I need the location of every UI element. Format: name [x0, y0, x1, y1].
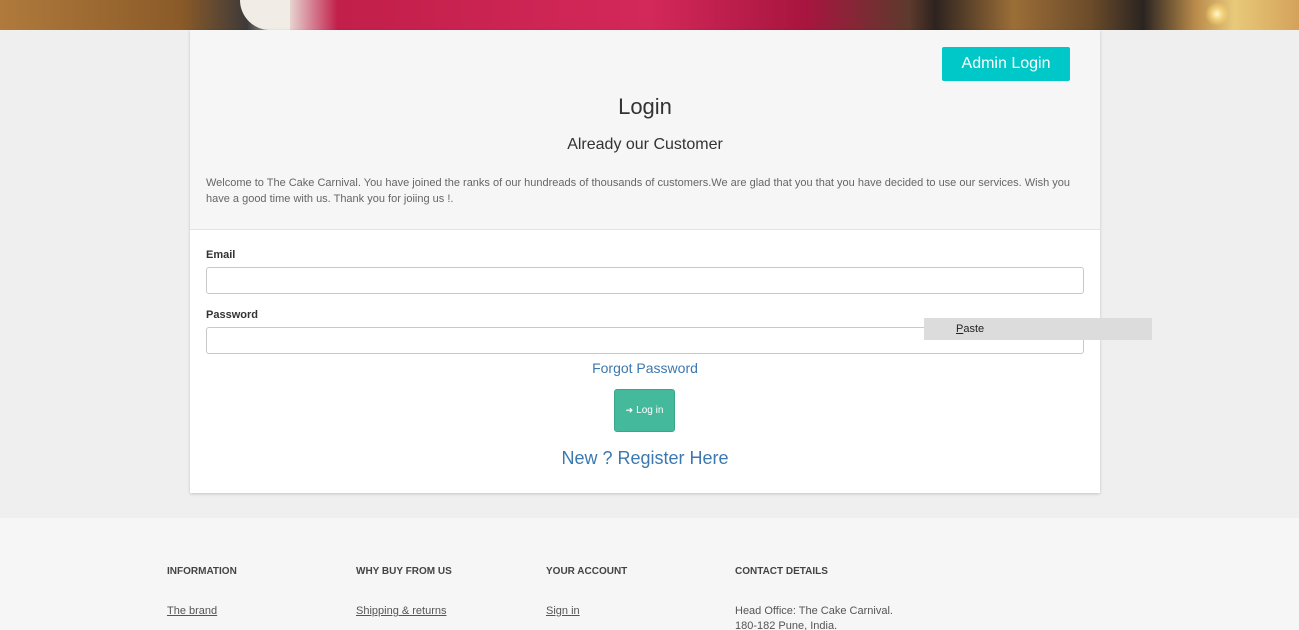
login-title: Login [618, 94, 672, 119]
welcome-text: Welcome to The Cake Carnival. You have j… [206, 177, 1070, 205]
footer-link-the-brand[interactable]: The brand [167, 604, 217, 619]
footer-column-account: Your account Sign in [546, 566, 628, 617]
footer-link-sign-in[interactable]: Sign in [546, 604, 580, 619]
footer-column-why-buy: Why buy from us Shipping & returns [356, 566, 452, 617]
email-field[interactable] [206, 267, 1084, 294]
paste-label: aste [963, 323, 985, 335]
footer: Information The brand Why buy from us Sh… [0, 518, 1299, 630]
login-button[interactable]: ➜ Log in [614, 389, 675, 432]
register-link[interactable]: New ? Register Here [190, 448, 1100, 469]
footer-contact-line: 180-182 Pune, India. [735, 620, 838, 630]
sign-in-icon: ➜ [625, 405, 634, 415]
login-card: Admin Login Login Already our Customer W… [190, 30, 1100, 493]
password-label: Password [206, 309, 258, 321]
hero-light [1205, 2, 1229, 26]
footer-column-contact: Contact details Head Office: The Cake Ca… [735, 566, 893, 630]
login-subtitle: Already our Customer [567, 136, 723, 153]
hero-plate [240, 0, 290, 30]
context-menu-paste[interactable]: Paste [924, 318, 1152, 340]
footer-link-shipping[interactable]: Shipping & returns [356, 604, 447, 619]
login-button-label: Log in [636, 405, 664, 416]
footer-heading: Your account [546, 566, 628, 577]
admin-login-button[interactable]: Admin Login [942, 47, 1070, 81]
footer-contact-line: Head Office: The Cake Carnival. [735, 605, 893, 617]
forgot-password-link[interactable]: Forgot Password [190, 360, 1100, 376]
footer-column-information: Information The brand [167, 566, 237, 617]
footer-heading: Information [167, 566, 237, 577]
email-label: Email [206, 249, 236, 261]
footer-heading: Why buy from us [356, 566, 452, 577]
footer-heading: Contact details [735, 566, 828, 577]
hero-banner-image [0, 0, 1299, 30]
